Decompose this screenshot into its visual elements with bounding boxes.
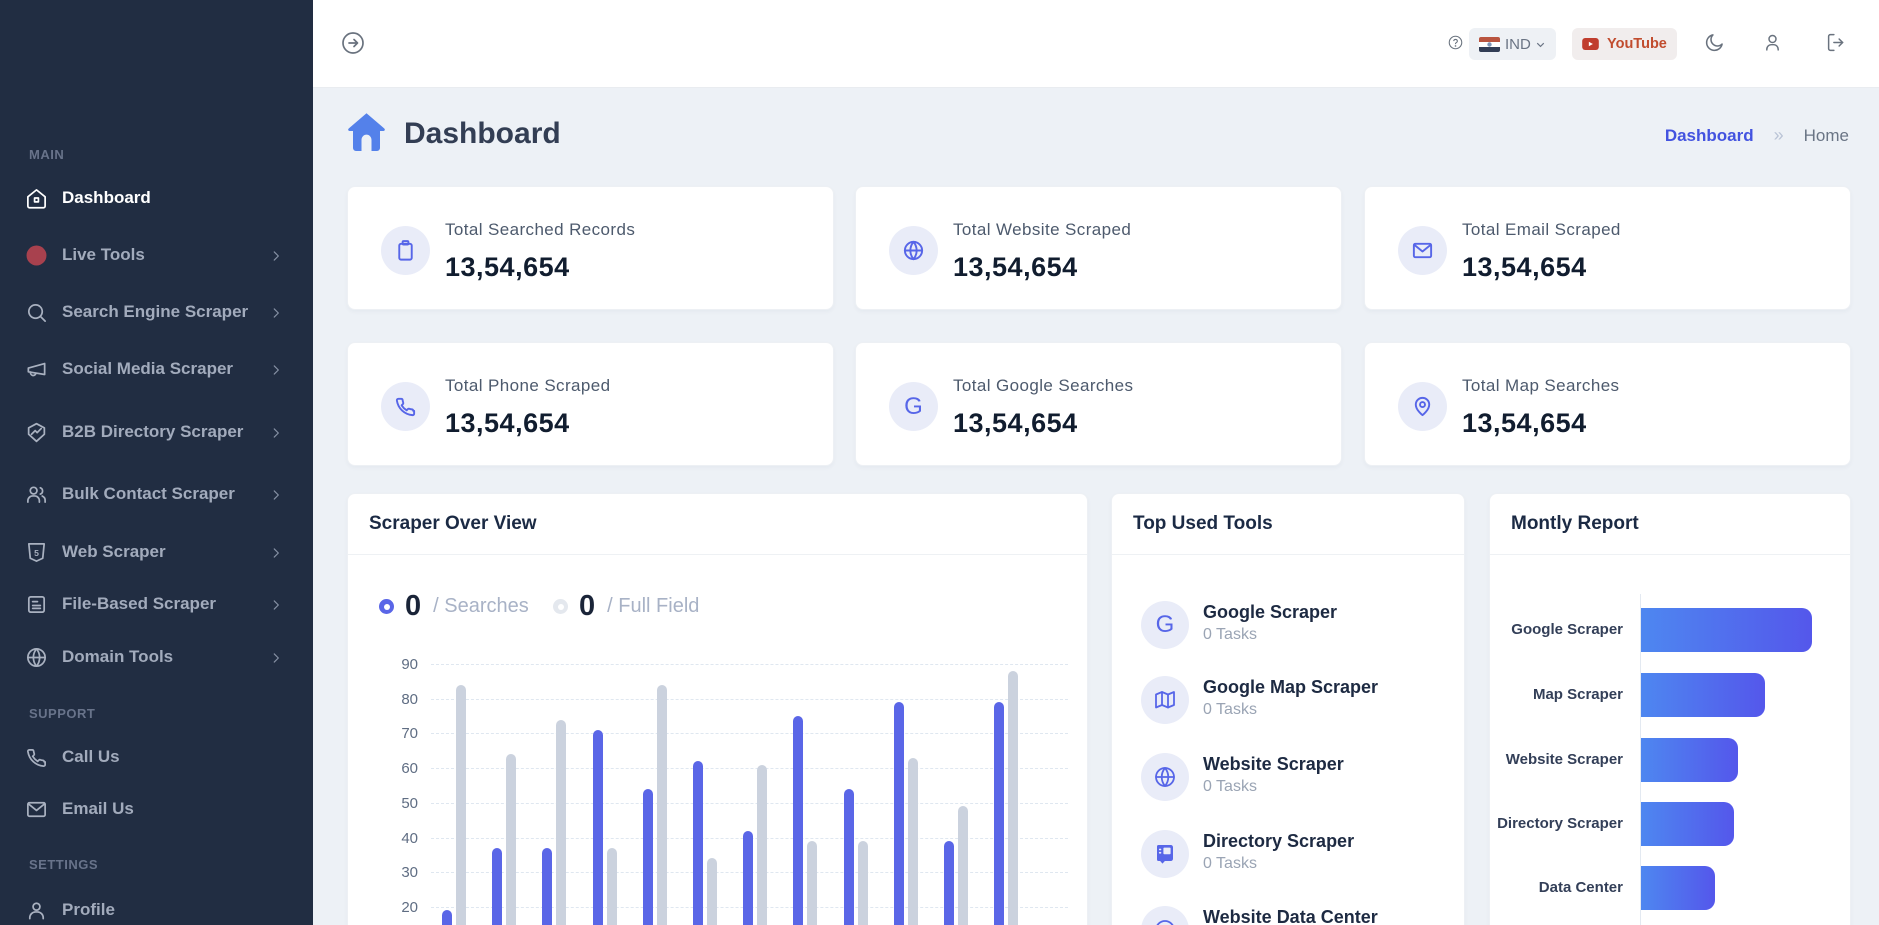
svg-text:5: 5 bbox=[34, 547, 39, 557]
